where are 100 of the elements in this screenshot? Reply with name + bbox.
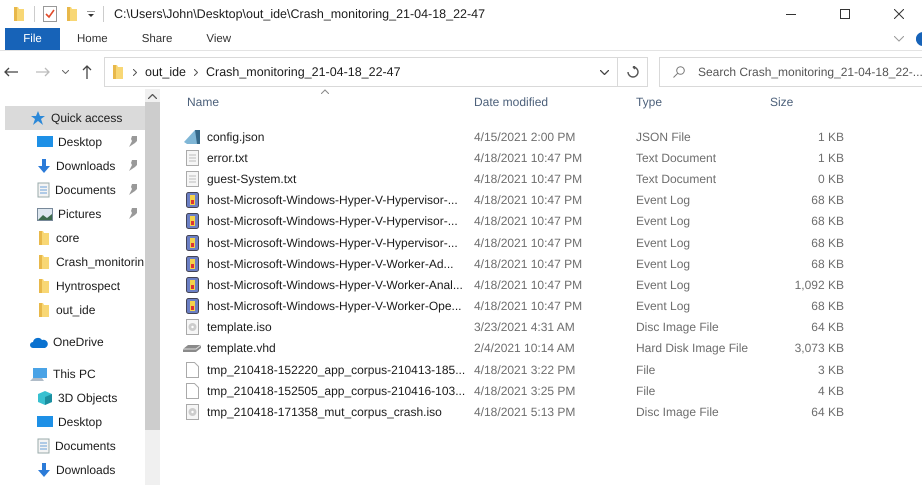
- sidebar-item[interactable]: Pictures: [5, 202, 145, 226]
- event-log-icon: [186, 192, 198, 208]
- sidebar-item[interactable]: OneDrive: [5, 330, 145, 354]
- size-cell-text: 1 KB: [816, 150, 844, 165]
- ribbon-tab[interactable]: Home: [60, 28, 125, 50]
- sidebar-item[interactable]: This PC: [5, 362, 145, 386]
- sidebar-item[interactable]: Downloads: [5, 458, 145, 482]
- sidebar-item[interactable]: Crash_monitorin: [5, 250, 145, 274]
- size-cell-text: 1,092 KB: [794, 278, 844, 292]
- chevron-down-icon[interactable]: [62, 70, 68, 74]
- desktop-icon: [37, 135, 53, 149]
- properties-icon[interactable]: [43, 6, 57, 22]
- breadcrumb[interactable]: Crash_monitoring_21-04-18_22-47: [206, 65, 401, 79]
- sidebar-item[interactable]: Hyntrospect: [5, 274, 145, 298]
- ribbon-tab[interactable]: Share: [124, 28, 190, 50]
- type-cell-text: File: [635, 362, 656, 377]
- folder-icon: [37, 302, 51, 318]
- file-name[interactable]: host-Microsoft-Windows-Hyper-V-Worker-Ope...: [207, 299, 462, 314]
- chevron-right-icon: [133, 68, 137, 76]
- sidebar-item[interactable]: Documents: [5, 434, 145, 458]
- sidebar-item[interactable]: Documents: [5, 178, 145, 202]
- size-cell-text: 68 KB: [810, 214, 844, 228]
- file-name[interactable]: template.iso: [207, 320, 272, 334]
- window-title: C:\Users\John\Desktop\out_ide\Crash_monitoring_21-04-18_22-47: [114, 7, 486, 21]
- size-cell-text: 1 KB: [816, 130, 844, 144]
- type-cell-text: Event Log: [635, 214, 692, 228]
- sidebar-item[interactable]: core: [5, 226, 145, 250]
- text-file-icon: [186, 170, 198, 187]
- sidebar-item[interactable]: Quick access: [5, 106, 145, 130]
- file-name[interactable]: template.vhd: [207, 341, 276, 356]
- breadcrumb[interactable]: out_ide: [145, 65, 186, 79]
- date-cell-text: 4/18/2021 5:13 PM: [473, 405, 576, 420]
- sidebar-item[interactable]: Downloads: [5, 154, 145, 178]
- desktop-icon: [37, 415, 53, 429]
- file-name[interactable]: tmp_210418-171358_mut_corpus_crash.iso: [207, 405, 442, 420]
- date-cell-text: 4/18/2021 10:47 PM: [473, 150, 584, 165]
- type-cell-text: Event Log: [635, 236, 692, 250]
- file-name[interactable]: error.txt: [207, 150, 248, 165]
- file-name[interactable]: host-Microsoft-Windows-Hyper-V-Hypervisor-...: [207, 236, 458, 250]
- ribbon-tab[interactable]: View: [189, 28, 248, 50]
- size-cell-text: 68 KB: [810, 299, 844, 314]
- file-name[interactable]: config.json: [207, 130, 264, 144]
- json-file-icon: [183, 128, 201, 145]
- file-name[interactable]: host-Microsoft-Windows-Hyper-V-Hypervisor-...: [207, 193, 458, 208]
- size-cell-text: 3,073 KB: [794, 341, 844, 356]
- date-cell-text: 4/18/2021 3:25 PM: [473, 384, 576, 398]
- date-cell-text: 2/4/2021 10:14 AM: [473, 341, 576, 356]
- type-cell-text: File: [635, 384, 656, 398]
- column-header[interactable]: Date modified: [468, 89, 630, 115]
- sidebar-item[interactable]: Desktop: [5, 410, 145, 434]
- file-name[interactable]: tmp_210418-152505_app_corpus-210416-103...: [207, 384, 466, 398]
- search-field[interactable]: Search Crash_monitoring_21-04-18_22-...: [659, 57, 922, 87]
- close-icon[interactable]: [894, 9, 904, 19]
- file-name[interactable]: host-Microsoft-Windows-Hyper-V-Hypervisor-...: [207, 214, 458, 228]
- type-cell-text: Hard Disk Image File: [635, 341, 750, 356]
- maximize-icon[interactable]: [840, 9, 850, 19]
- event-log-icon: [186, 234, 198, 251]
- refresh-icon: [626, 66, 638, 78]
- size-cell-text: 3 KB: [816, 362, 844, 377]
- file-name[interactable]: host-Microsoft-Windows-Hyper-V-Worker-Ad...: [207, 256, 454, 271]
- scrollbar[interactable]: [145, 89, 160, 485]
- date-cell-text: 4/18/2021 10:47 PM: [473, 236, 584, 250]
- type-cell-text: Event Log: [635, 256, 692, 271]
- chevron-down-icon[interactable]: [600, 70, 609, 74]
- scroll-up-icon[interactable]: [148, 94, 157, 99]
- cube-icon: [37, 390, 53, 406]
- date-cell-text: 4/18/2021 3:22 PM: [473, 362, 576, 377]
- size-cell-text: 68 KB: [810, 193, 844, 208]
- forward-arrow-icon: [36, 67, 50, 77]
- picture-icon: [37, 208, 53, 220]
- refresh-button[interactable]: [618, 57, 648, 87]
- download-arrow-icon: [37, 462, 51, 478]
- column-header[interactable]: Type: [630, 89, 764, 115]
- new-folder-icon: [65, 6, 79, 22]
- cloud-icon: [30, 336, 48, 348]
- dropdown-icon[interactable]: [87, 10, 95, 18]
- up-arrow-icon[interactable]: [82, 65, 92, 79]
- sidebar-item[interactable]: 3D Objects: [5, 386, 145, 410]
- event-log-icon: [186, 256, 198, 272]
- chevron-right-icon: [194, 68, 198, 76]
- date-cell-text: 4/15/2021 2:00 PM: [473, 130, 576, 144]
- hard-disk-icon: [183, 344, 201, 352]
- text-file-icon: [186, 150, 198, 166]
- type-cell-text: Event Log: [635, 278, 692, 292]
- column-header[interactable]: Size: [764, 89, 852, 115]
- event-log-icon: [186, 298, 198, 314]
- sidebar-item[interactable]: out_ide: [5, 298, 145, 322]
- folder-icon: [37, 230, 51, 246]
- file-name[interactable]: guest-System.txt: [207, 172, 296, 186]
- back-arrow-icon[interactable]: [4, 67, 18, 77]
- date-cell-text: 3/23/2021 4:31 AM: [473, 320, 576, 334]
- file-name[interactable]: host-Microsoft-Windows-Hyper-V-Worker-Anal...: [207, 278, 463, 292]
- sidebar-item[interactable]: Desktop: [5, 130, 145, 154]
- column-header[interactable]: Name: [181, 89, 468, 115]
- search-icon: [673, 66, 685, 78]
- address-bar[interactable]: out_ide Crash_monitoring_21-04-18_22-47: [104, 57, 618, 87]
- file-name[interactable]: tmp_210418-152220_app_corpus-210413-185...: [207, 362, 466, 377]
- size-cell-text: 68 KB: [810, 236, 844, 250]
- type-cell-text: Event Log: [635, 193, 692, 208]
- disc-image-icon: [186, 404, 198, 420]
